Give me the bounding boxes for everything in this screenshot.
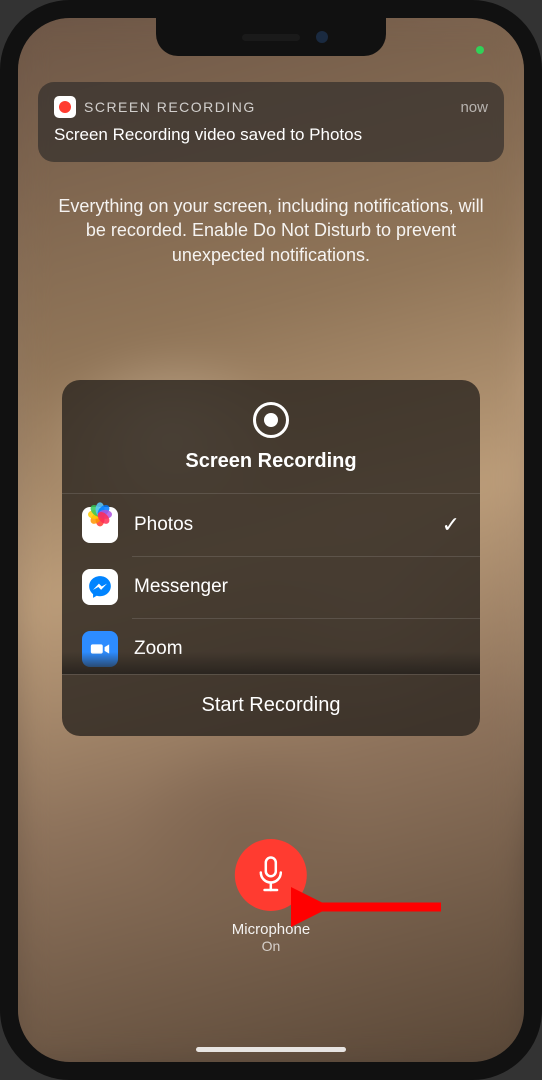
app-destination-list[interactable]: Photos ✓ Messenger <box>62 494 480 674</box>
microphone-state: On <box>232 938 310 954</box>
app-row-messenger[interactable]: Messenger <box>62 556 480 618</box>
record-icon <box>253 402 289 438</box>
annotation-arrow <box>291 877 451 937</box>
app-row-zoom[interactable]: Zoom <box>62 618 480 674</box>
screen-recording-panel: Screen Recording <box>62 380 480 736</box>
notification-app-name: SCREEN RECORDING <box>84 99 256 115</box>
app-name-label: Photos <box>134 514 426 536</box>
notification-time: now <box>460 99 488 116</box>
start-recording-button[interactable]: Start Recording <box>62 674 480 736</box>
zoom-app-icon <box>82 631 118 667</box>
microphone-icon <box>256 856 286 894</box>
screen-recording-app-icon <box>54 96 76 118</box>
notification-body: Screen Recording video saved to Photos <box>54 124 488 146</box>
notification-banner[interactable]: SCREEN RECORDING now Screen Recording vi… <box>38 82 504 162</box>
photos-app-icon <box>82 507 118 543</box>
panel-title: Screen Recording <box>62 450 480 473</box>
panel-header: Screen Recording <box>62 380 480 494</box>
home-indicator[interactable] <box>196 1047 346 1052</box>
messenger-app-icon <box>82 569 118 605</box>
app-name-label: Zoom <box>134 638 460 660</box>
app-row-photos[interactable]: Photos ✓ <box>62 494 480 556</box>
privacy-indicator-dot <box>476 46 484 54</box>
phone-frame: SCREEN RECORDING now Screen Recording vi… <box>0 0 542 1080</box>
device-notch <box>156 18 386 56</box>
recording-description: Everything on your screen, including not… <box>58 194 484 267</box>
checkmark-icon: ✓ <box>442 512 460 538</box>
app-name-label: Messenger <box>134 576 460 598</box>
